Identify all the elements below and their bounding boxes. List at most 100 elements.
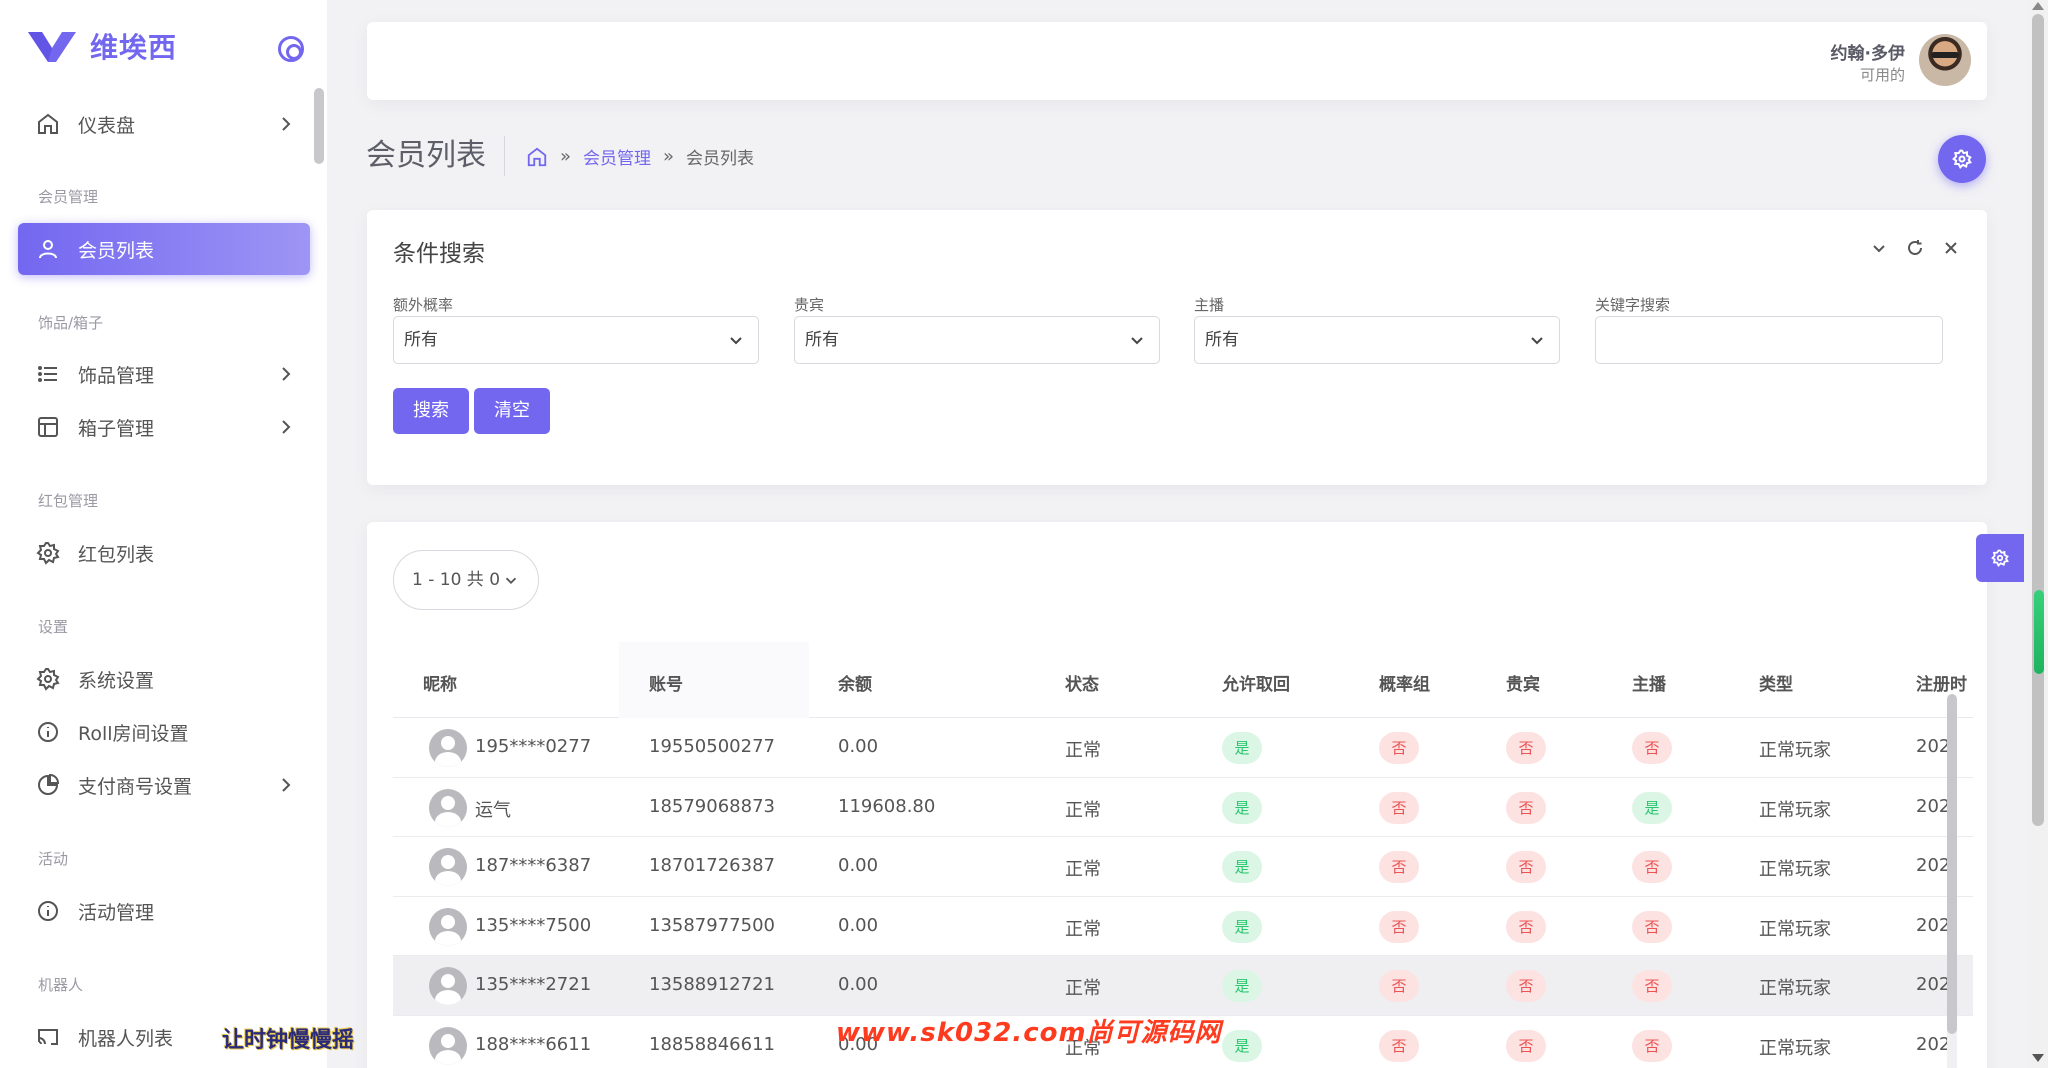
status-badge: 否 [1506, 910, 1546, 943]
user-icon [39, 240, 57, 259]
chevron-right-icon [282, 117, 291, 131]
column-header[interactable]: 状态 [1065, 670, 1099, 695]
nav-section-header: 会员管理 [38, 188, 99, 206]
brand-name: 维埃西 [90, 31, 178, 64]
clear-button[interactable]: 清空 [474, 388, 550, 434]
select-value: 所有 [404, 330, 438, 350]
cell-registered: 202 [1916, 914, 1951, 936]
cell-type: 正常玩家 [1759, 1037, 1831, 1059]
select-value: 所有 [1205, 330, 1239, 350]
keyword-input[interactable] [1595, 316, 1943, 364]
gear-icon [1991, 549, 2009, 567]
column-header[interactable]: 概率组 [1379, 670, 1430, 695]
cell-status: 正常 [1065, 740, 1101, 761]
sidebar-scrollbar[interactable] [314, 88, 324, 164]
sidebar-item-roll-settings[interactable]: Roll房间设置 [18, 706, 310, 758]
cell-nickname: 187****6387 [475, 855, 592, 876]
overlay-caption: 让时钟慢慢摇 [222, 1028, 355, 1053]
cell-account: 13588912721 [649, 974, 775, 995]
chevron-down-icon[interactable] [1869, 238, 1889, 258]
streamer-label: 主播 [1194, 296, 1225, 314]
page-scrollbar[interactable] [2032, 14, 2044, 826]
close-icon[interactable] [1941, 238, 1961, 258]
sidebar-item-system-settings[interactable]: 系统设置 [18, 653, 310, 705]
cell-nickname: 135****2721 [475, 974, 592, 995]
vip-select[interactable]: 所有 [794, 316, 1160, 364]
cell-registered: 202 [1916, 855, 1951, 876]
home-icon[interactable] [526, 146, 548, 168]
chevron-right-icon [282, 367, 291, 381]
sorted-column-bg [619, 642, 809, 718]
table-row[interactable]: 195****0277 19550500277 0.00 正常 是 否 否 否 … [393, 718, 1973, 778]
settings-button[interactable] [1938, 135, 1986, 183]
scroll-up-arrow-icon[interactable] [2032, 2, 2044, 10]
chevron-right-icon [282, 420, 291, 434]
cell-registered: 202 [1916, 736, 1951, 757]
info-icon [38, 722, 58, 742]
page-title: 会员列表 [366, 136, 505, 176]
status-badge: 是 [1222, 970, 1262, 1002]
pie-chart-icon [38, 773, 60, 795]
brand[interactable]: 维埃西 [28, 26, 177, 66]
avatar[interactable] [1919, 34, 1971, 86]
table-row[interactable]: 187****6387 18701726387 0.00 正常 是 否 否 否 … [393, 837, 1973, 897]
gear-icon [1952, 149, 1972, 169]
breadcrumb-separator: » [663, 146, 675, 167]
breadcrumb-link-member[interactable]: 会员管理 [583, 144, 651, 169]
column-header[interactable]: 账号 [649, 670, 683, 695]
status-badge: 否 [1379, 910, 1419, 943]
theme-customizer-button[interactable] [1976, 534, 2024, 582]
scroll-down-arrow-icon[interactable] [2032, 1054, 2044, 1062]
column-header[interactable]: 余额 [838, 670, 872, 695]
sidebar-item-item-manage[interactable]: 饰品管理 [18, 348, 310, 400]
card-tools [1869, 238, 1961, 258]
sidebar-item-label: 机器人列表 [78, 1027, 174, 1050]
user-name[interactable]: 约翰·多伊 [1831, 39, 1905, 64]
table-scrollbar[interactable] [1947, 694, 1957, 1034]
table-row[interactable]: 135****2721 13588912721 0.00 正常 是 否 否 否 … [393, 956, 1973, 1016]
status-badge: 是 [1222, 732, 1262, 764]
avatar [429, 729, 467, 767]
sidebar-item-payment-settings[interactable]: 支付商号设置 [18, 759, 310, 811]
column-header[interactable]: 贵宾 [1506, 670, 1540, 695]
cell-status: 正常 [1065, 978, 1101, 999]
status-badge: 否 [1632, 851, 1672, 883]
sidebar-item-member-list[interactable]: 会员列表 [18, 223, 310, 275]
breadcrumb-separator: » [560, 146, 572, 167]
status-badge: 否 [1632, 1029, 1672, 1062]
breadcrumb: » 会员管理 » 会员列表 [526, 144, 754, 169]
avatar [429, 788, 467, 827]
sidebar-item-dashboard[interactable]: 仪表盘 [18, 98, 310, 150]
sidebar-item-box-manage[interactable]: 箱子管理 [18, 401, 310, 453]
cell-nickname: 135****7500 [475, 914, 592, 936]
status-badge: 否 [1379, 851, 1419, 883]
extra-probability-select[interactable]: 所有 [393, 316, 759, 364]
search-button[interactable]: 搜索 [393, 388, 469, 434]
column-header[interactable]: 类型 [1759, 670, 1793, 695]
status-badge: 否 [1506, 791, 1546, 824]
nav-section-header: 设置 [38, 618, 69, 636]
table-row[interactable]: 运气 18579068873 119608.80 正常 是 否 否 是 正常玩家… [393, 778, 1973, 837]
sidebar-toggle-icon[interactable] [278, 36, 304, 62]
cell-type: 正常玩家 [1759, 859, 1831, 880]
column-header[interactable]: 昵称 [423, 670, 457, 695]
column-header[interactable]: 注册时 [1916, 670, 1967, 695]
status-badge: 是 [1222, 1029, 1262, 1062]
streamer-select[interactable]: 所有 [1194, 316, 1560, 364]
column-header[interactable]: 主播 [1632, 670, 1666, 695]
status-badge: 是 [1222, 851, 1262, 883]
avatar [429, 907, 467, 946]
cell-account: 13587977500 [649, 914, 775, 936]
chevron-down-icon [505, 577, 517, 584]
page-size-select[interactable]: 1 - 10 共 0 [393, 550, 539, 610]
sidebar-item-label: 会员列表 [78, 239, 155, 262]
column-header[interactable]: 允许取回 [1222, 670, 1290, 695]
table-row[interactable]: 135****7500 13587977500 0.00 正常 是 否 否 否 … [393, 897, 1973, 956]
sidebar-item-activity-manage[interactable]: 活动管理 [18, 885, 310, 937]
refresh-icon[interactable] [1905, 238, 1925, 258]
cell-balance: 0.00 [838, 974, 879, 995]
status-badge: 是 [1632, 791, 1672, 824]
chevron-right-icon [282, 778, 291, 792]
sidebar-item-redpacket-list[interactable]: 红包列表 [18, 527, 310, 579]
cell-type: 正常玩家 [1759, 740, 1831, 761]
